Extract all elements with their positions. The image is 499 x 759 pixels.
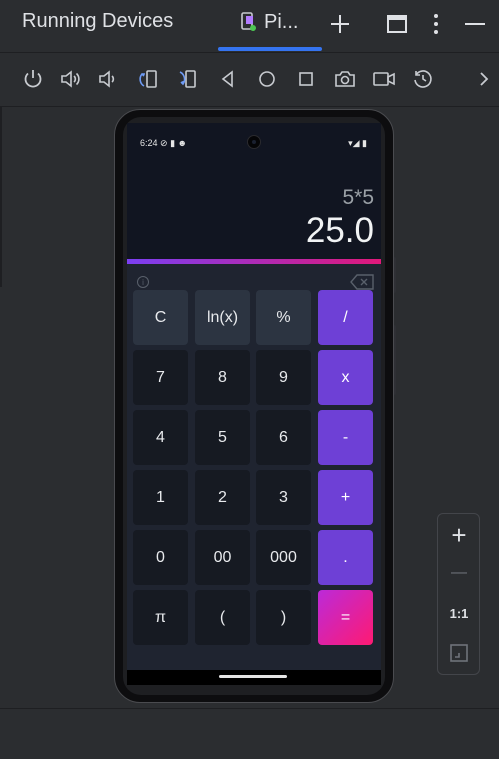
backspace-icon[interactable] <box>350 274 374 290</box>
key-5[interactable]: 8 <box>195 350 250 405</box>
device-toolbar <box>0 53 499 106</box>
phone-bezel: 6:24 ⊘ ▮ ☻ ▾◢ ▮ 5*5 25.0 i Cln(x)%/7 8 9 x 4… <box>123 117 385 695</box>
key-8[interactable]: 4 <box>133 410 188 465</box>
key-22[interactable]: ) <box>256 590 311 645</box>
actual-size-button[interactable]: 1:1 <box>444 598 474 628</box>
chevron-right-icon[interactable] <box>472 67 496 91</box>
zoom-controls: + — 1:1 <box>437 513 480 675</box>
key-4[interactable]: 7 <box>133 350 188 405</box>
key-6[interactable]: 9 <box>256 350 311 405</box>
keypad-panel: i Cln(x)%/7 8 9 x 4 5 6-1 2 3 +0 00 000. π() = <box>127 264 381 685</box>
power-icon[interactable] <box>21 67 45 91</box>
key-18[interactable]: 000 <box>256 530 311 585</box>
key-14[interactable]: 3 <box>256 470 311 525</box>
key-11[interactable]: - <box>318 410 373 465</box>
key-0[interactable]: C <box>133 290 188 345</box>
key-13[interactable]: 2 <box>195 470 250 525</box>
key-3[interactable]: / <box>318 290 373 345</box>
key-10[interactable]: 6 <box>256 410 311 465</box>
volume-down-icon[interactable] <box>97 67 121 91</box>
key-23[interactable]: = <box>318 590 373 645</box>
plus-icon[interactable] <box>326 10 354 38</box>
zoom-out-button[interactable]: — <box>444 558 474 588</box>
overview-icon[interactable] <box>294 67 318 91</box>
tool-window-header: Running Devices Pi... <box>0 0 499 52</box>
tool-window-title: Running Devices <box>22 10 174 32</box>
fit-screen-icon[interactable] <box>444 638 474 668</box>
device-phone-icon <box>241 12 256 31</box>
front-camera <box>247 135 261 149</box>
status-time: 6:24 ⊘ ▮ ☻ <box>140 138 188 148</box>
zoom-in-button[interactable]: + <box>444 520 474 550</box>
status-right-icons: ▾◢ ▮ <box>348 138 367 148</box>
rotate-right-icon[interactable] <box>176 67 200 91</box>
key-2[interactable]: % <box>256 290 311 345</box>
active-tab-indicator <box>218 47 322 51</box>
reset-icon[interactable] <box>411 67 435 91</box>
key-15[interactable]: + <box>318 470 373 525</box>
bottom-divider <box>0 708 499 709</box>
left-edge-strip <box>0 107 2 287</box>
phone-frame: 6:24 ⊘ ▮ ☻ ▾◢ ▮ 5*5 25.0 i Cln(x)%/7 8 9 x 4… <box>114 109 394 703</box>
key-17[interactable]: 00 <box>195 530 250 585</box>
key-16[interactable]: 0 <box>133 530 188 585</box>
home-gesture-pill[interactable] <box>219 675 287 678</box>
key-12[interactable]: 1 <box>133 470 188 525</box>
screenshot-icon[interactable] <box>333 67 357 91</box>
calc-expression: 5*5 <box>342 186 374 209</box>
key-21[interactable]: ( <box>195 590 250 645</box>
key-9[interactable]: 5 <box>195 410 250 465</box>
key-19[interactable]: . <box>318 530 373 585</box>
minimize-icon[interactable] <box>461 10 489 38</box>
rotate-left-icon[interactable] <box>137 67 161 91</box>
back-icon[interactable] <box>216 67 240 91</box>
device-tab-label: Pi... <box>264 11 299 33</box>
calc-result: 25.0 <box>305 211 374 250</box>
info-icon[interactable]: i <box>137 276 149 288</box>
key-1[interactable]: ln(x) <box>195 290 250 345</box>
volume-up-icon[interactable] <box>59 67 83 91</box>
nav-bar <box>127 670 381 685</box>
window-layout-icon[interactable] <box>383 10 411 38</box>
key-7[interactable]: x <box>318 350 373 405</box>
status-icons: ⊘ ▮ ☻ <box>160 138 188 148</box>
screen-record-icon[interactable] <box>372 67 396 91</box>
device-tab[interactable]: Pi... <box>218 0 322 52</box>
key-20[interactable]: π <box>133 590 188 645</box>
more-vertical-icon[interactable] <box>422 10 450 38</box>
home-icon[interactable] <box>255 67 279 91</box>
device-screen[interactable]: 6:24 ⊘ ▮ ☻ ▾◢ ▮ 5*5 25.0 i Cln(x)%/7 8 9 x 4… <box>127 123 381 685</box>
